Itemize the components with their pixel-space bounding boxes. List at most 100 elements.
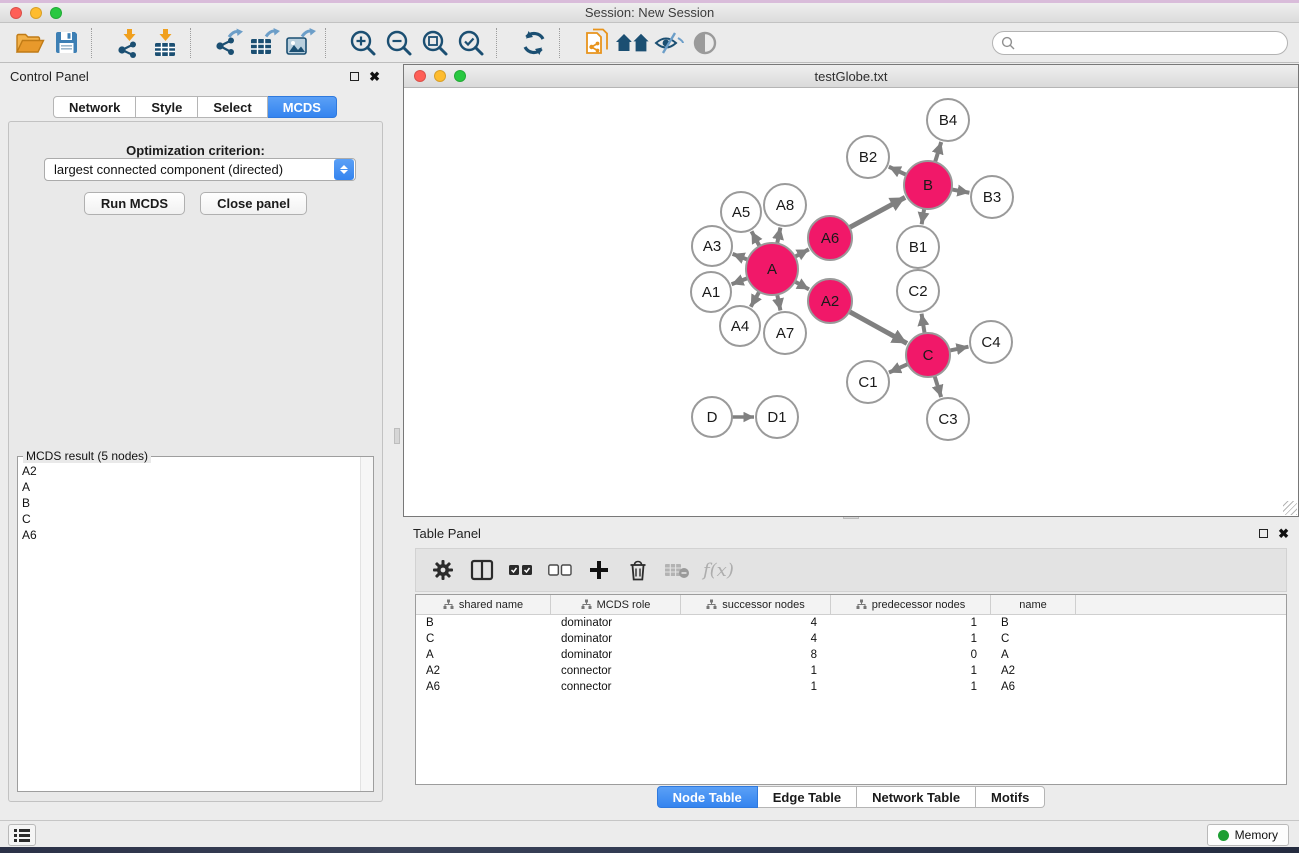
table-row[interactable]: Cdominator41C bbox=[416, 631, 1286, 647]
task-history-button[interactable] bbox=[8, 824, 36, 846]
export-image-button[interactable] bbox=[282, 26, 318, 60]
cell-shared-name[interactable]: A6 bbox=[416, 681, 551, 693]
network-graph[interactable]: B4B2BB3A5A8A6A3AB1A1C2A2A4A7CC4C1DD1C3 bbox=[404, 88, 1298, 516]
tab-select[interactable]: Select bbox=[198, 96, 267, 118]
cell-predecessor-nodes[interactable]: 0 bbox=[831, 649, 991, 661]
delete-column-button[interactable] bbox=[623, 555, 653, 585]
cell-successor-nodes[interactable]: 1 bbox=[681, 665, 831, 677]
node-B3[interactable]: B3 bbox=[971, 176, 1013, 218]
edge-A-A1[interactable] bbox=[732, 278, 748, 284]
edge-B-B1[interactable] bbox=[922, 209, 925, 225]
edge-C-C2[interactable] bbox=[922, 314, 925, 334]
cell-MCDS-role[interactable]: connector bbox=[551, 665, 681, 677]
show-graphics-details-button[interactable] bbox=[687, 26, 723, 60]
cell-shared-name[interactable]: C bbox=[416, 633, 551, 645]
cell-MCDS-role[interactable]: dominator bbox=[551, 633, 681, 645]
edge-C-C1[interactable] bbox=[889, 364, 908, 373]
close-panel-icon[interactable]: ✖ bbox=[369, 72, 380, 81]
window-controls[interactable] bbox=[10, 7, 62, 19]
float-table-panel-icon[interactable] bbox=[1259, 529, 1268, 538]
node-C2[interactable]: C2 bbox=[897, 270, 939, 312]
edge-B-B4[interactable] bbox=[935, 142, 941, 162]
zoom-network-icon[interactable] bbox=[454, 70, 466, 82]
save-session-button[interactable] bbox=[48, 26, 84, 60]
cell-name[interactable]: A bbox=[991, 649, 1076, 661]
minimize-window-icon[interactable] bbox=[30, 7, 42, 19]
hide-graphics-details-button[interactable] bbox=[651, 26, 687, 60]
run-mcds-button[interactable]: Run MCDS bbox=[84, 192, 185, 215]
cell-successor-nodes[interactable]: 8 bbox=[681, 649, 831, 661]
cell-name[interactable]: A6 bbox=[991, 681, 1076, 693]
cell-shared-name[interactable]: A2 bbox=[416, 665, 551, 677]
node-A6[interactable]: A6 bbox=[808, 216, 852, 260]
node-C3[interactable]: C3 bbox=[927, 398, 969, 440]
node-table[interactable]: shared nameMCDS rolesuccessor nodesprede… bbox=[415, 594, 1287, 785]
mcds-result-list[interactable]: A2ABCA6 bbox=[17, 456, 374, 792]
network-canvas[interactable]: B4B2BB3A5A8A6A3AB1A1C2A2A4A7CC4C1DD1C3 bbox=[404, 88, 1298, 516]
close-window-icon[interactable] bbox=[10, 7, 22, 19]
node-A3[interactable]: A3 bbox=[692, 226, 732, 266]
node-C4[interactable]: C4 bbox=[970, 321, 1012, 363]
network-window-controls[interactable] bbox=[414, 70, 466, 82]
vertical-split-handle[interactable] bbox=[394, 428, 400, 444]
network-window-titlebar[interactable]: testGlobe.txt bbox=[404, 65, 1298, 88]
cell-shared-name[interactable]: A bbox=[416, 649, 551, 661]
create-column-button[interactable] bbox=[584, 555, 614, 585]
node-B4[interactable]: B4 bbox=[927, 99, 969, 141]
node-A7[interactable]: A7 bbox=[764, 312, 806, 354]
result-item[interactable]: A2 bbox=[22, 463, 373, 479]
cell-successor-nodes[interactable]: 4 bbox=[681, 617, 831, 629]
cell-successor-nodes[interactable]: 4 bbox=[681, 633, 831, 645]
node-B[interactable]: B bbox=[904, 161, 952, 209]
select-all-columns-button[interactable] bbox=[506, 555, 536, 585]
table-settings-button[interactable] bbox=[428, 555, 458, 585]
column-header-MCDS-role[interactable]: MCDS role bbox=[551, 595, 681, 614]
zoom-window-icon[interactable] bbox=[50, 7, 62, 19]
cell-predecessor-nodes[interactable]: 1 bbox=[831, 617, 991, 629]
edge-A-A4[interactable] bbox=[751, 292, 760, 307]
float-panel-icon[interactable] bbox=[350, 72, 359, 81]
node-D[interactable]: D bbox=[692, 397, 732, 437]
minimize-network-icon[interactable] bbox=[434, 70, 446, 82]
node-C1[interactable]: C1 bbox=[847, 361, 889, 403]
open-session-button[interactable] bbox=[12, 26, 48, 60]
close-network-icon[interactable] bbox=[414, 70, 426, 82]
resize-grip-icon[interactable] bbox=[1283, 501, 1297, 515]
tab-motifs[interactable]: Motifs bbox=[976, 786, 1045, 808]
result-scrollbar[interactable] bbox=[360, 457, 373, 791]
table-row[interactable]: A6connector11A6 bbox=[416, 679, 1286, 695]
search-field[interactable] bbox=[992, 31, 1288, 55]
node-B1[interactable]: B1 bbox=[897, 226, 939, 268]
node-A[interactable]: A bbox=[746, 243, 798, 295]
edge-C-C3[interactable] bbox=[935, 376, 942, 397]
table-row[interactable]: A2connector11A2 bbox=[416, 663, 1286, 679]
cell-MCDS-role[interactable]: dominator bbox=[551, 649, 681, 661]
result-item[interactable]: A bbox=[22, 479, 373, 495]
import-network-button[interactable] bbox=[111, 26, 147, 60]
unselect-all-columns-button[interactable] bbox=[545, 555, 575, 585]
column-header-name[interactable]: name bbox=[991, 595, 1076, 614]
edge-B-B2[interactable] bbox=[889, 167, 906, 175]
column-header-shared-name[interactable]: shared name bbox=[416, 595, 551, 614]
result-item[interactable]: C bbox=[22, 511, 373, 527]
node-A1[interactable]: A1 bbox=[691, 272, 731, 312]
apply-layout-button[interactable] bbox=[516, 26, 552, 60]
node-A5[interactable]: A5 bbox=[721, 192, 761, 232]
cell-MCDS-role[interactable]: connector bbox=[551, 681, 681, 693]
cell-predecessor-nodes[interactable]: 1 bbox=[831, 665, 991, 677]
edge-A-A5[interactable] bbox=[752, 231, 760, 246]
session-titlebar[interactable]: Session: New Session bbox=[0, 3, 1299, 23]
close-table-panel-icon[interactable]: ✖ bbox=[1278, 529, 1289, 538]
show-column-button[interactable] bbox=[467, 555, 497, 585]
cell-name[interactable]: C bbox=[991, 633, 1076, 645]
new-network-from-selection-button[interactable] bbox=[579, 26, 615, 60]
zoom-fit-button[interactable] bbox=[417, 26, 453, 60]
export-network-button[interactable] bbox=[210, 26, 246, 60]
node-C[interactable]: C bbox=[906, 333, 950, 377]
cell-name[interactable]: B bbox=[991, 617, 1076, 629]
edge-B-B3[interactable] bbox=[952, 189, 970, 192]
edge-A-A3[interactable] bbox=[733, 254, 748, 260]
zoom-selected-button[interactable] bbox=[453, 26, 489, 60]
node-A2[interactable]: A2 bbox=[808, 279, 852, 323]
criterion-dropdown[interactable]: largest connected component (directed) bbox=[44, 158, 356, 181]
